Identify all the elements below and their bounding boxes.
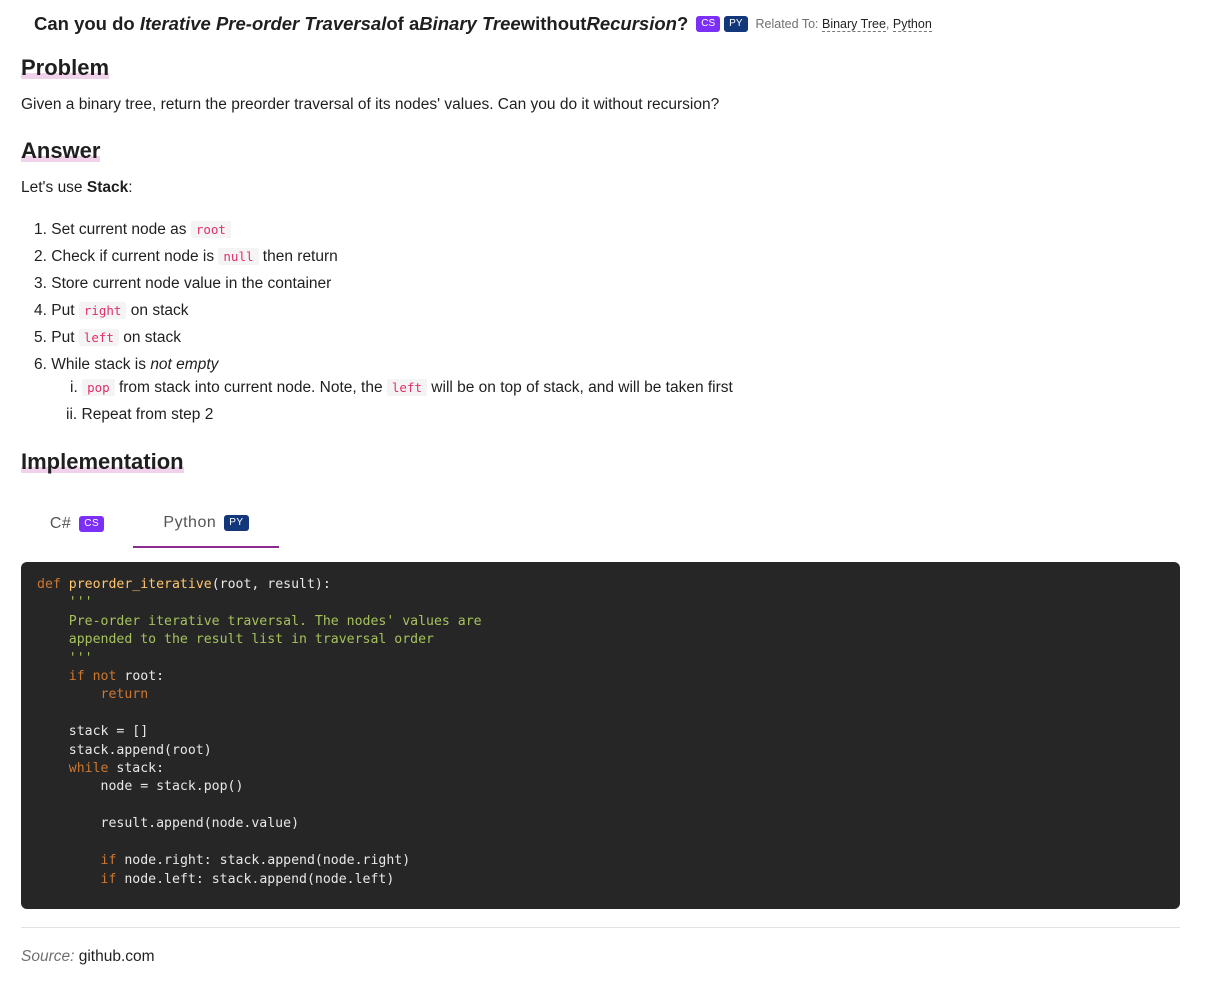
py-badge: PY xyxy=(724,16,748,32)
code-line: if not root: xyxy=(68,669,165,685)
tab-label: C# xyxy=(49,515,72,532)
substep-number: ii. xyxy=(66,406,78,423)
title-emph-recursion: Recursion xyxy=(586,13,677,34)
implementation-heading: Implementation xyxy=(21,449,184,475)
problem-heading: Problem xyxy=(21,55,110,81)
title-emph-tree: Binary Tree xyxy=(419,13,521,34)
title-text-4: ? xyxy=(676,13,689,34)
step-text-post: on stack xyxy=(126,302,189,319)
list-item: ii. Repeat from step 2 xyxy=(34,403,733,430)
divider xyxy=(21,927,1180,928)
code-block: def preorder_iterative(root, result): ''… xyxy=(21,562,1180,909)
related-link-binary-tree[interactable]: Binary Tree xyxy=(821,17,886,32)
answer-intro-post: : xyxy=(128,179,133,196)
code-line: result.append(node.value) xyxy=(37,816,300,832)
tab-label: Python xyxy=(163,514,217,531)
substep-text-post: will be on top of stack, and will be tak… xyxy=(427,379,733,396)
code-line: stack.append(root) xyxy=(37,742,212,758)
step-number: 1. xyxy=(34,221,47,238)
inline-code: root xyxy=(190,221,231,238)
code-line: if node.left: stack.append(node.left) xyxy=(100,871,395,887)
step-number: 3. xyxy=(34,275,47,292)
py-badge: PY xyxy=(224,515,249,531)
list-item: i. pop from stack into current node. Not… xyxy=(34,376,733,403)
inline-code: null xyxy=(218,248,259,265)
cs-badge: CS xyxy=(79,516,105,532)
step-number: 6. xyxy=(34,356,47,373)
related-to: Related To: Binary Tree, Python xyxy=(755,17,932,32)
code-line: return xyxy=(100,687,149,703)
substep-text: from stack into current node. Note, the xyxy=(114,379,387,396)
step-text: Check if current node is xyxy=(51,248,219,265)
step-text: Store current node value in the containe… xyxy=(51,275,332,292)
code-line: stack = [] xyxy=(37,724,149,740)
inline-code: left xyxy=(78,329,119,346)
code-line: Pre-order iterative traversal. The nodes… xyxy=(37,613,482,629)
title-text-3: without xyxy=(520,13,587,34)
list-item: 4. Put right on stack xyxy=(34,299,733,326)
substeps-list: i. pop from stack into current node. Not… xyxy=(34,376,733,430)
code-line: ''' xyxy=(37,595,93,611)
step-number: 4. xyxy=(34,302,47,319)
substeps-container: i. pop from stack into current node. Not… xyxy=(34,376,733,430)
code-line: while stack: xyxy=(68,761,165,777)
steps-list: 1. Set current node as root 2. Check if … xyxy=(34,218,733,430)
answer-intro-pre: Let's use xyxy=(21,179,87,196)
source-label: Source: xyxy=(21,948,75,965)
cs-badge: CS xyxy=(696,16,721,32)
tab-python[interactable]: Python PY xyxy=(133,500,279,548)
code-line: def preorder_iterative(root, result): xyxy=(37,577,331,592)
inline-code: left xyxy=(386,379,427,396)
title-text-2: of a xyxy=(386,13,420,34)
title-text-1: Can you do xyxy=(34,13,135,34)
step-text-post: then return xyxy=(258,248,338,265)
step-text: Put xyxy=(51,302,79,319)
step-text: Put xyxy=(51,329,79,346)
related-link-python[interactable]: Python xyxy=(892,17,932,32)
list-item: 5. Put left on stack xyxy=(34,326,733,353)
problem-text: Given a binary tree, return the preorder… xyxy=(21,96,720,113)
related-separator: , xyxy=(885,17,893,31)
code-line: appended to the result list in traversal… xyxy=(37,632,434,648)
step-number: 5. xyxy=(34,329,47,346)
source-link[interactable]: github.com xyxy=(79,948,155,965)
code-line: node = stack.pop() xyxy=(37,779,244,795)
substep-text: Repeat from step 2 xyxy=(81,406,214,423)
answer-intro-bold: Stack xyxy=(86,179,129,196)
source-line: Source: github.com xyxy=(21,948,155,966)
code-line: if node.right: stack.append(node.right) xyxy=(100,853,411,869)
code-line: ''' xyxy=(37,650,93,666)
related-label: Related To: xyxy=(755,17,822,31)
inline-code: right xyxy=(78,302,127,319)
step-number: 2. xyxy=(34,248,47,265)
step-emphasis: not empty xyxy=(150,356,219,373)
list-item: 1. Set current node as root xyxy=(34,218,733,245)
answer-intro: Let's use Stack: xyxy=(21,178,133,198)
answer-heading: Answer xyxy=(21,138,101,164)
list-item: 3. Store current node value in the conta… xyxy=(34,272,733,299)
step-text: While stack is xyxy=(51,356,151,373)
step-text: Set current node as xyxy=(51,221,191,238)
tab-csharp[interactable]: C# CS xyxy=(21,500,133,548)
step-text-post: on stack xyxy=(118,329,181,346)
title-emph-traversal: Iterative Pre-order Traversal xyxy=(139,13,387,34)
inline-code: pop xyxy=(82,379,115,396)
list-item: 6. While stack is not empty xyxy=(34,353,733,376)
language-tabs: C# CS Python PY xyxy=(21,500,1181,548)
list-item: 2. Check if current node is null then re… xyxy=(34,245,733,272)
question-title: Can you do Iterative Pre-order Traversal… xyxy=(34,13,932,35)
substep-number: i. xyxy=(70,379,78,396)
